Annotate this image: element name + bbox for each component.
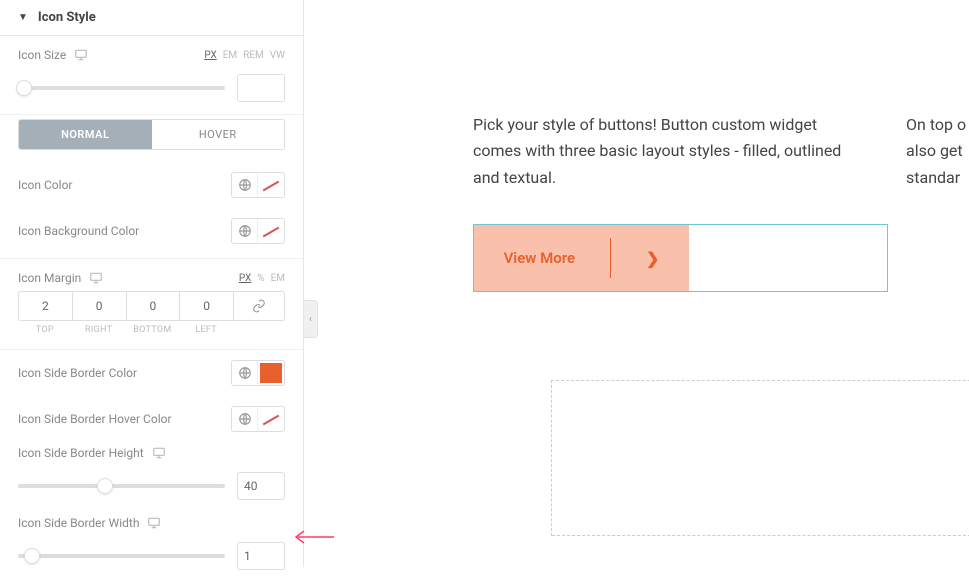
icon-color-swatch[interactable] <box>258 173 284 197</box>
icon-size-input[interactable] <box>237 74 285 102</box>
collapse-sidebar-button[interactable]: ‹ <box>304 300 318 338</box>
section-header-icon-style[interactable]: ▼ Icon Style <box>0 0 303 36</box>
control-side-border-height: Icon Side Border Height <box>0 442 303 512</box>
icon-size-units[interactable]: PX EM REM VW <box>204 50 285 61</box>
preview-canvas: Pick your style of buttons! Button custo… <box>318 0 969 567</box>
side-border-hover-swatch[interactable] <box>258 407 284 431</box>
drop-zone[interactable] <box>551 380 969 536</box>
icon-margin-label: Icon Margin <box>18 271 81 285</box>
preview-button-divider <box>610 238 611 278</box>
control-side-border-color: Icon Side Border Color <box>0 350 303 396</box>
preview-button[interactable]: View More ❯ <box>473 224 888 292</box>
icon-margin-units[interactable]: PX % EM <box>239 273 285 284</box>
side-border-width-slider[interactable] <box>18 554 225 558</box>
global-color-button[interactable] <box>232 219 258 243</box>
desktop-icon[interactable] <box>74 48 88 62</box>
preview-button-label: View More <box>504 249 575 267</box>
side-border-height-input[interactable] <box>237 472 285 500</box>
margin-left-input[interactable] <box>179 291 233 321</box>
side-border-width-label: Icon Side Border Width <box>18 516 139 530</box>
control-icon-margin-header: Icon Margin PX % EM <box>0 259 303 291</box>
control-icon-color: Icon Color <box>0 162 303 208</box>
caret-down-icon: ▼ <box>18 12 28 23</box>
margin-bottom-input[interactable] <box>126 291 180 321</box>
margin-top-input[interactable] <box>18 291 72 321</box>
icon-size-slider[interactable] <box>18 86 225 90</box>
desktop-icon[interactable] <box>152 446 166 460</box>
desktop-icon[interactable] <box>147 516 161 530</box>
icon-bg-swatch[interactable] <box>258 219 284 243</box>
tab-hover[interactable]: HOVER <box>152 120 285 149</box>
control-side-border-width: Icon Side Border Width <box>0 512 303 582</box>
preview-paragraph-1: Pick your style of buttons! Button custo… <box>473 112 843 191</box>
global-color-button[interactable] <box>232 173 258 197</box>
side-border-height-label: Icon Side Border Height <box>18 446 144 460</box>
control-icon-size: Icon Size PX EM REM VW <box>0 36 303 115</box>
state-tabs: NORMAL HOVER <box>18 119 285 150</box>
side-border-hover-label: Icon Side Border Hover Color <box>18 412 172 426</box>
global-color-button[interactable] <box>232 407 258 431</box>
global-color-button[interactable] <box>232 361 258 385</box>
side-border-color-swatch[interactable] <box>258 361 284 385</box>
section-title: Icon Style <box>38 10 96 25</box>
control-side-border-hover-color: Icon Side Border Hover Color <box>0 396 303 442</box>
icon-size-label: Icon Size <box>18 48 66 62</box>
control-icon-bg-color: Icon Background Color <box>0 208 303 259</box>
annotation-arrow <box>292 527 334 547</box>
preview-paragraph-2: On top o also get standar <box>906 112 969 191</box>
side-border-color-label: Icon Side Border Color <box>18 366 137 380</box>
link-values-button[interactable] <box>233 291 285 321</box>
side-border-width-input[interactable] <box>237 542 285 570</box>
chevron-right-icon: ❯ <box>646 249 659 268</box>
side-border-height-slider[interactable] <box>18 484 225 488</box>
margin-right-input[interactable] <box>72 291 126 321</box>
icon-margin-inputs: TOP RIGHT BOTTOM LEFT <box>0 291 303 335</box>
desktop-icon[interactable] <box>89 271 103 285</box>
icon-bg-label: Icon Background Color <box>18 224 139 238</box>
style-sidebar: ▼ Icon Style Icon Size PX EM REM VW NORM… <box>0 0 304 567</box>
icon-color-label: Icon Color <box>18 178 72 192</box>
tab-normal[interactable]: NORMAL <box>19 120 152 149</box>
